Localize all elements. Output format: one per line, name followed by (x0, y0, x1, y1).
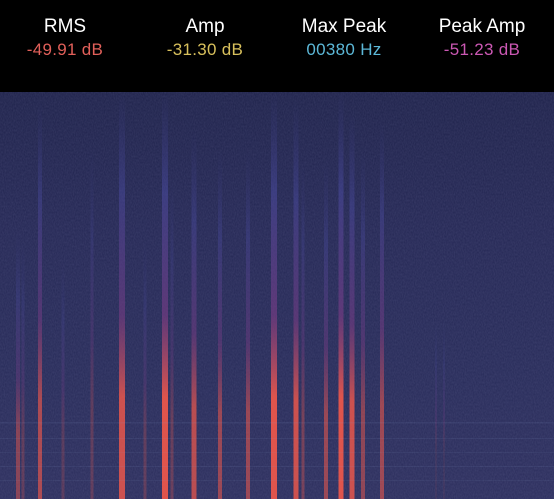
spectrogram[interactable] (0, 82, 554, 499)
scroll-ghost-row (0, 0, 554, 8)
spectrogram-band (0, 452, 554, 453)
stat-max-peak-label: Max Peak (301, 16, 387, 37)
spectrogram-line (162, 90, 168, 499)
stat-peak-amp-value: -51.23 dB (443, 40, 521, 59)
stat-amp-value: -31.30 dB (166, 40, 244, 59)
spectrogram-band (0, 466, 554, 467)
spectrogram-line (191, 130, 197, 499)
spectrogram-line (90, 150, 94, 499)
spectrogram-line (119, 90, 125, 499)
spectrogram-line (338, 90, 344, 499)
spectrogram-line (324, 160, 328, 499)
spectrogram-band (0, 480, 554, 481)
spectrogram-line (143, 240, 147, 499)
stat-peak-amp: Peak Amp -51.23 dB (412, 16, 552, 61)
spectrogram-line (246, 150, 250, 499)
stat-peak-amp-label: Peak Amp (438, 16, 526, 37)
spectrogram-line (38, 100, 42, 499)
stats-header: RMS -49.91 dB Amp -31.30 dB Max Peak 003… (0, 0, 554, 92)
spectrogram-band (0, 422, 554, 424)
spectrogram-canvas (0, 82, 554, 499)
spectrogram-line (301, 160, 305, 499)
spectrogram-line (170, 180, 174, 499)
spectrogram-line (361, 150, 365, 499)
stat-rms: RMS -49.91 dB (0, 16, 135, 61)
spectrogram-line (293, 100, 299, 499)
spectrogram-line (435, 320, 437, 499)
stat-max-peak-value: 00380 Hz (306, 40, 382, 59)
spectrogram-line (443, 320, 445, 499)
stat-max-peak: Max Peak 00380 Hz (274, 16, 414, 61)
spectrogram-line (380, 120, 384, 499)
spectrogram-line (218, 150, 222, 499)
stat-amp: Amp -31.30 dB (135, 16, 275, 61)
spectrogram-line (349, 110, 355, 499)
spectrogram-line (16, 230, 20, 499)
stat-amp-label: Amp (185, 16, 225, 37)
spectrogram-band (0, 438, 554, 439)
stat-rms-label: RMS (43, 16, 87, 37)
spectrogram-line (21, 240, 25, 499)
spectrogram-line (61, 260, 65, 499)
spectrogram-line (271, 90, 277, 499)
stat-rms-value: -49.91 dB (26, 40, 104, 59)
